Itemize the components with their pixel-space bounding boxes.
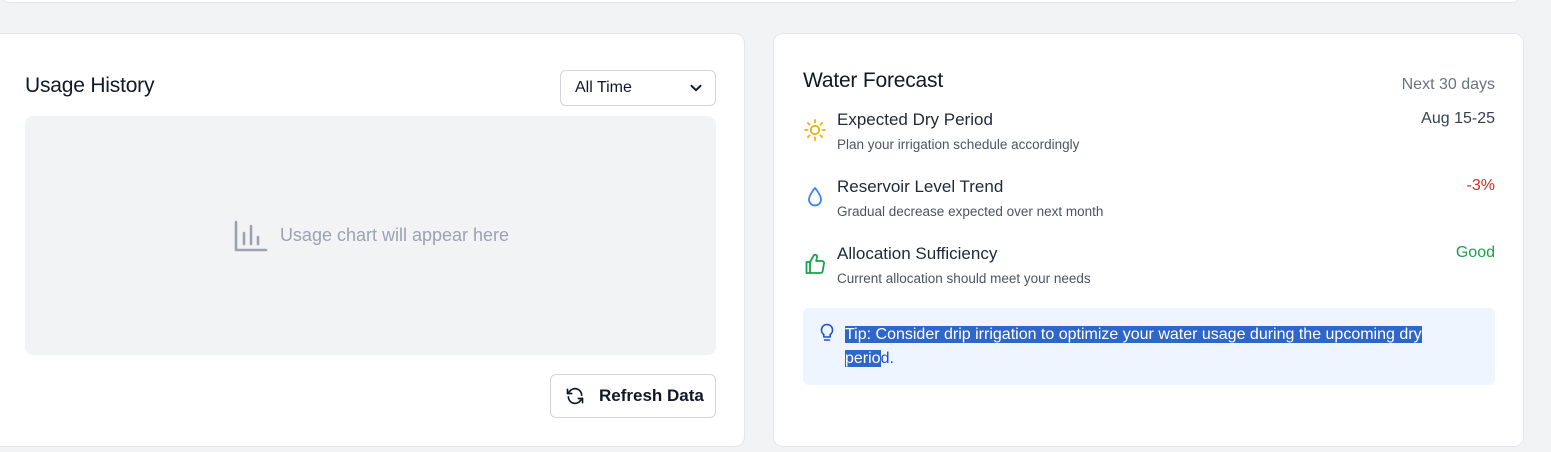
- usage-history-card: Usage History All Time Usage chart will …: [0, 33, 745, 447]
- forecast-period: Next 30 days: [1401, 76, 1495, 93]
- water-forecast-card: Water Forecast Next 30 days Expected Dry…: [773, 33, 1524, 447]
- refresh-data-button[interactable]: Refresh Data: [550, 374, 716, 418]
- tip-text: Tip: Consider drip irrigation to optimiz…: [845, 323, 1475, 371]
- forecast-item-name: Reservoir Level Trend: [837, 177, 1004, 196]
- tip-text-selected-end: perio: [845, 350, 881, 367]
- usage-history-title: Usage History: [25, 74, 155, 97]
- bar-chart-icon: [234, 220, 268, 251]
- forecast-item-reservoir-trend: Reservoir Level Trend Gradual decrease e…: [803, 177, 1495, 227]
- forecast-item-dry-period: Expected Dry Period Plan your irrigation…: [803, 110, 1495, 160]
- forecast-item-description: Plan your irrigation schedule accordingl…: [837, 137, 1080, 152]
- forecast-item-value: -3%: [1466, 177, 1495, 194]
- sun-icon: [804, 119, 826, 141]
- forecast-item-description: Current allocation should meet your need…: [837, 271, 1091, 286]
- refresh-icon: [566, 387, 584, 405]
- water-forecast-title: Water Forecast: [803, 69, 943, 92]
- chart-placeholder-text: Usage chart will appear here: [279, 225, 510, 245]
- chevron-down-icon: [690, 84, 702, 92]
- forecast-item-name: Expected Dry Period: [837, 110, 993, 129]
- tip-text-selected: Tip: Consider drip irrigation to optimiz…: [845, 326, 1422, 343]
- lightbulb-icon: [820, 323, 834, 341]
- time-range-select[interactable]: All Time: [560, 70, 716, 106]
- thumbs-up-icon: [805, 253, 825, 274]
- forecast-item-description: Gradual decrease expected over next mont…: [837, 204, 1104, 219]
- forecast-item-allocation: Allocation Sufficiency Current allocatio…: [803, 244, 1495, 294]
- tip-text-rest: d.: [880, 350, 894, 367]
- water-drop-icon: [808, 187, 822, 207]
- forecast-item-value: Good: [1455, 244, 1495, 261]
- forecast-item-name: Allocation Sufficiency: [837, 244, 998, 263]
- usage-chart-placeholder: Usage chart will appear here: [25, 116, 716, 355]
- refresh-data-label: Refresh Data: [599, 386, 704, 405]
- top-card: [0, 0, 1522, 3]
- forecast-item-value: Aug 15-25: [1421, 110, 1495, 127]
- tip-box: Tip: Consider drip irrigation to optimiz…: [803, 308, 1495, 385]
- time-range-value: All Time: [575, 79, 632, 96]
